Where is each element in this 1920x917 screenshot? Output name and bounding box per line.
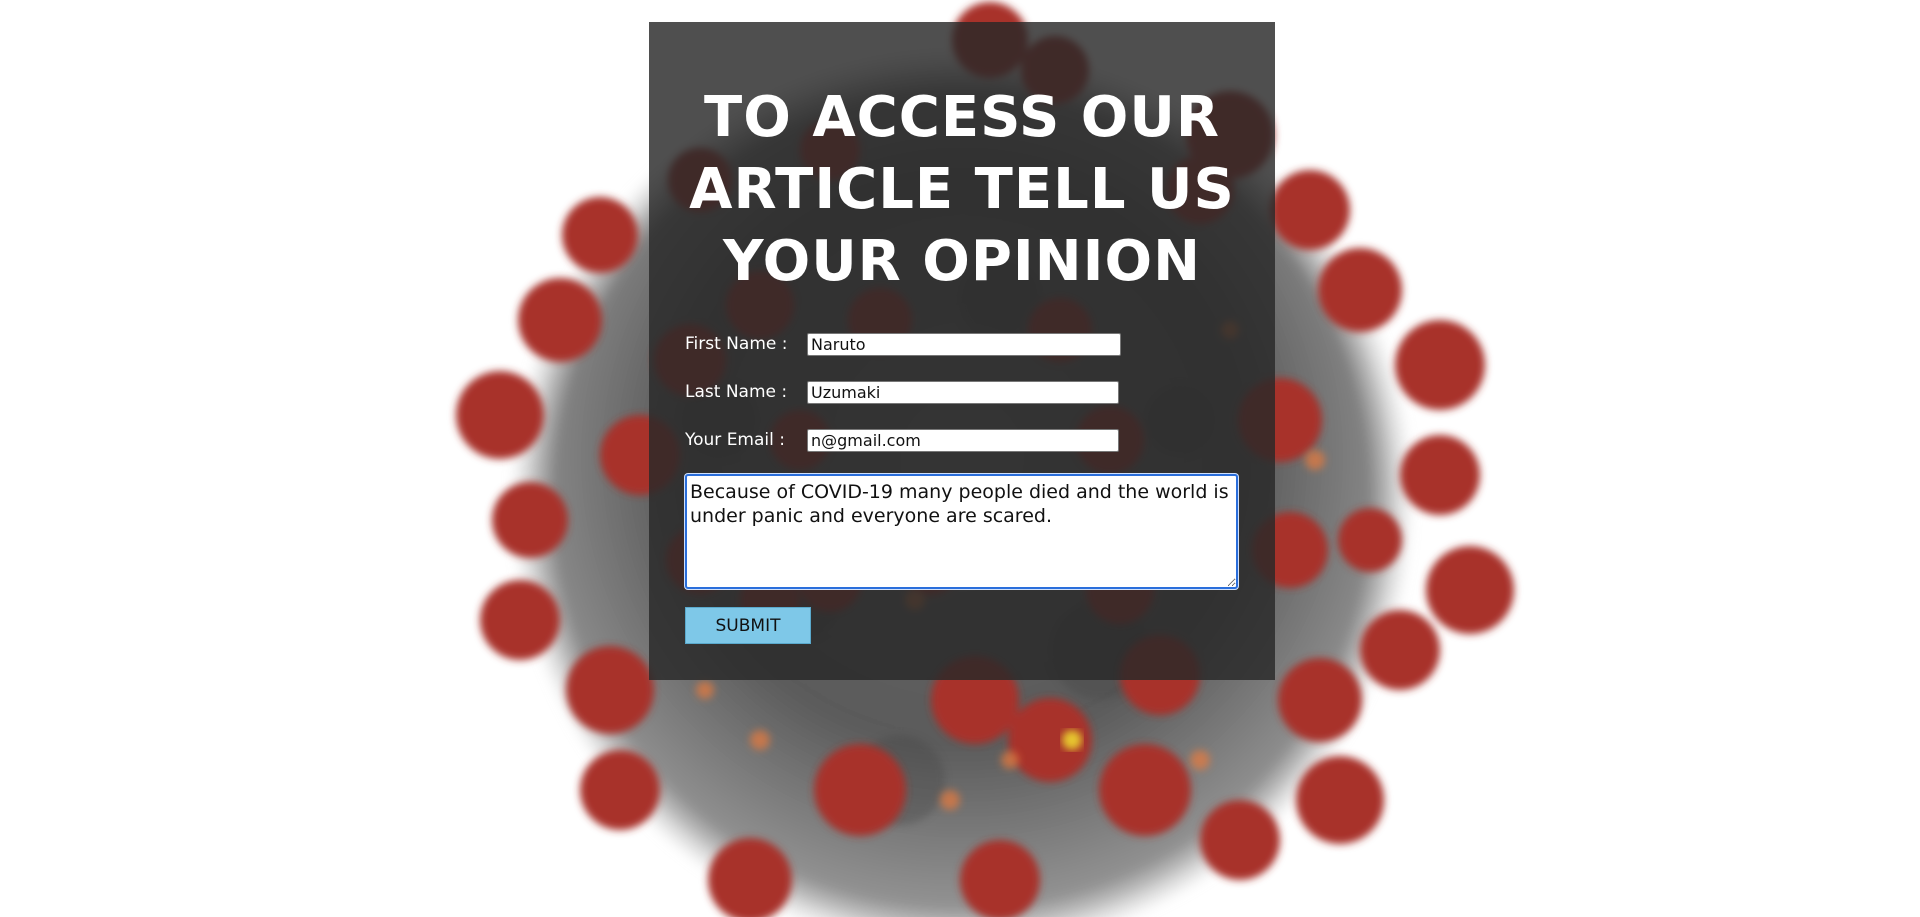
last-name-input[interactable] xyxy=(807,380,1119,404)
first-name-label: First Name : xyxy=(685,334,788,354)
opinion-form-panel: TO ACCESS OUR ARTICLE TELL US YOUR OPINI… xyxy=(649,22,1275,680)
email-label: Your Email : xyxy=(685,430,785,450)
email-row: Your Email : xyxy=(685,428,1119,452)
email-input[interactable] xyxy=(807,428,1119,452)
opinion-textarea[interactable]: Because of COVID-19 many people died and… xyxy=(685,474,1238,589)
last-name-label: Last Name : xyxy=(685,382,788,402)
last-name-row: Last Name : xyxy=(685,380,1119,404)
virus-yellow-spot xyxy=(1062,730,1082,750)
first-name-row: First Name : xyxy=(685,332,1121,356)
form-title-line-2: ARTICLE TELL US xyxy=(689,157,1235,222)
page: TO ACCESS OUR ARTICLE TELL US YOUR OPINI… xyxy=(0,0,1920,917)
form-title: TO ACCESS OUR ARTICLE TELL US YOUR OPINI… xyxy=(649,82,1275,298)
first-name-input[interactable] xyxy=(807,332,1121,356)
form-title-line-3: YOUR OPINION xyxy=(723,229,1201,294)
submit-button[interactable]: SUBMIT xyxy=(685,607,811,644)
form-title-line-1: TO ACCESS OUR xyxy=(704,85,1220,150)
